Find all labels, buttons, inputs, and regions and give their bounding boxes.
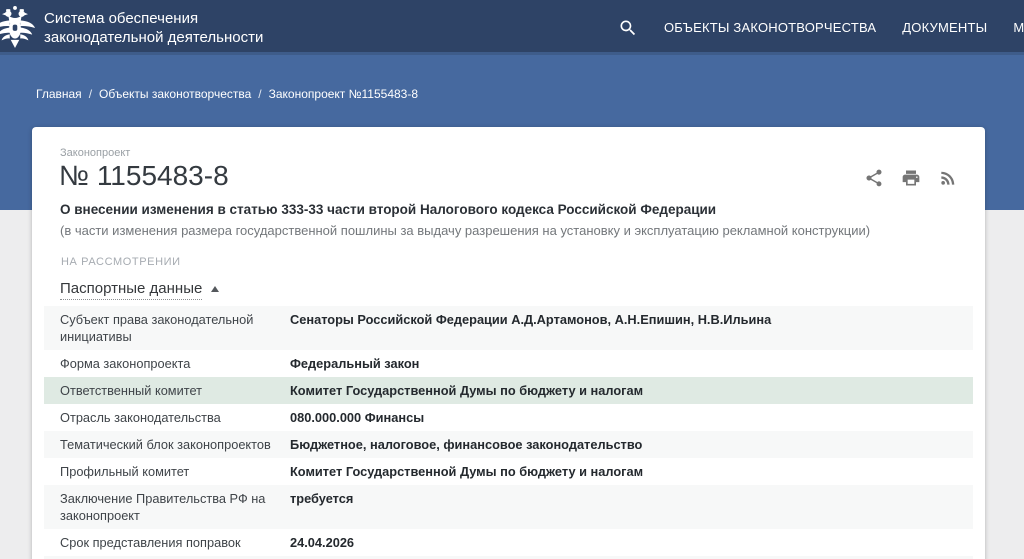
row-label: Тематический блок законопроектов bbox=[44, 436, 290, 453]
bill-status-badge: НА РАССМОТРЕНИИ bbox=[61, 256, 985, 268]
breadcrumb-lawmaking-objects[interactable]: Объекты законотворчества bbox=[99, 87, 251, 101]
row-label: Срок представления поправок bbox=[44, 534, 290, 551]
nav-item-lawmaking-objects[interactable]: ОБЪЕКТЫ ЗАКОНОТВОРЧЕСТВА bbox=[664, 20, 876, 35]
search-icon[interactable] bbox=[618, 18, 638, 38]
table-row-legislation-branch[interactable]: Отрасль законодательства 080.000.000 Фин… bbox=[44, 404, 973, 431]
row-value: Федеральный закон bbox=[290, 355, 973, 372]
breadcrumb-home[interactable]: Главная bbox=[36, 87, 82, 101]
row-value: Сенаторы Российской Федерации А.Д.Артамо… bbox=[290, 311, 973, 345]
row-label: Профильный комитет bbox=[44, 463, 290, 480]
print-icon[interactable] bbox=[901, 168, 921, 188]
row-label: Субъект права законодательной инициативы bbox=[44, 311, 290, 345]
system-title: Система обеспечения законодательной деят… bbox=[44, 9, 286, 47]
row-value: Комитет Государственной Думы по бюджету … bbox=[290, 382, 973, 399]
bill-number: № 1155483-8 bbox=[59, 161, 985, 191]
row-label: Ответственный комитет bbox=[44, 382, 290, 399]
table-row-thematic-block[interactable]: Тематический блок законопроектов Бюджетн… bbox=[44, 431, 973, 458]
nav-item-documents[interactable]: ДОКУМЕНТЫ bbox=[902, 20, 987, 35]
rss-icon[interactable] bbox=[938, 168, 958, 188]
coat-of-arms-eagle-icon bbox=[0, 5, 36, 51]
row-label: Форма законопроекта bbox=[44, 355, 290, 372]
row-value: требуется bbox=[290, 490, 973, 524]
share-icon[interactable] bbox=[864, 168, 884, 188]
table-row-profile-committee[interactable]: Профильный комитет Комитет Государственн… bbox=[44, 458, 973, 485]
row-value: Комитет Государственной Думы по бюджету … bbox=[290, 463, 973, 480]
bill-card: Законопроект № 1155483-8 О внесении изме… bbox=[32, 127, 985, 559]
home-logo-link[interactable]: Система обеспечения законодательной деят… bbox=[0, 0, 286, 55]
table-row-initiative-subject[interactable]: Субъект права законодательной инициативы… bbox=[44, 306, 973, 350]
main-nav: ОБЪЕКТЫ ЗАКОНОТВОРЧЕСТВА ДОКУМЕНТЫ МЕРОП… bbox=[618, 0, 1024, 55]
nav-item-events[interactable]: МЕРОПРИЯТИЯ bbox=[1013, 20, 1024, 35]
top-header: Система обеспечения законодательной деят… bbox=[0, 0, 1024, 55]
breadcrumb: Главная / Объекты законотворчества / Зак… bbox=[36, 87, 418, 101]
passport-data-toggle-label: Паспортные данные bbox=[60, 280, 202, 300]
passport-table: Субъект права законодательной инициативы… bbox=[44, 306, 973, 559]
bill-type-label: Законопроект bbox=[60, 147, 985, 159]
breadcrumb-separator: / bbox=[258, 87, 261, 101]
row-label: Отрасль законодательства bbox=[44, 409, 290, 426]
page: Система обеспечения законодательной деят… bbox=[0, 0, 1024, 559]
row-value: Бюджетное, налоговое, финансовое законод… bbox=[290, 436, 973, 453]
bill-subtitle: (в части изменения размера государственн… bbox=[60, 222, 957, 240]
card-actions bbox=[864, 168, 958, 188]
row-label: Заключение Правительства РФ на законопро… bbox=[44, 490, 290, 524]
breadcrumb-current-bill: Законопроект №1155483-8 bbox=[269, 87, 418, 101]
breadcrumb-separator: / bbox=[89, 87, 92, 101]
bill-title: О внесении изменения в статью 333-33 час… bbox=[60, 201, 957, 219]
table-row-amendments-deadline[interactable]: Срок представления поправок 24.04.2026 bbox=[44, 529, 973, 556]
chevron-up-icon bbox=[211, 286, 219, 292]
row-value: 080.000.000 Финансы bbox=[290, 409, 973, 426]
table-row-government-conclusion[interactable]: Заключение Правительства РФ на законопро… bbox=[44, 485, 973, 529]
table-row-bill-form[interactable]: Форма законопроекта Федеральный закон bbox=[44, 350, 973, 377]
table-row-responsible-committee[interactable]: Ответственный комитет Комитет Государств… bbox=[44, 377, 973, 404]
passport-data-toggle[interactable]: Паспортные данные bbox=[60, 280, 219, 300]
row-value: 24.04.2026 bbox=[290, 534, 973, 551]
